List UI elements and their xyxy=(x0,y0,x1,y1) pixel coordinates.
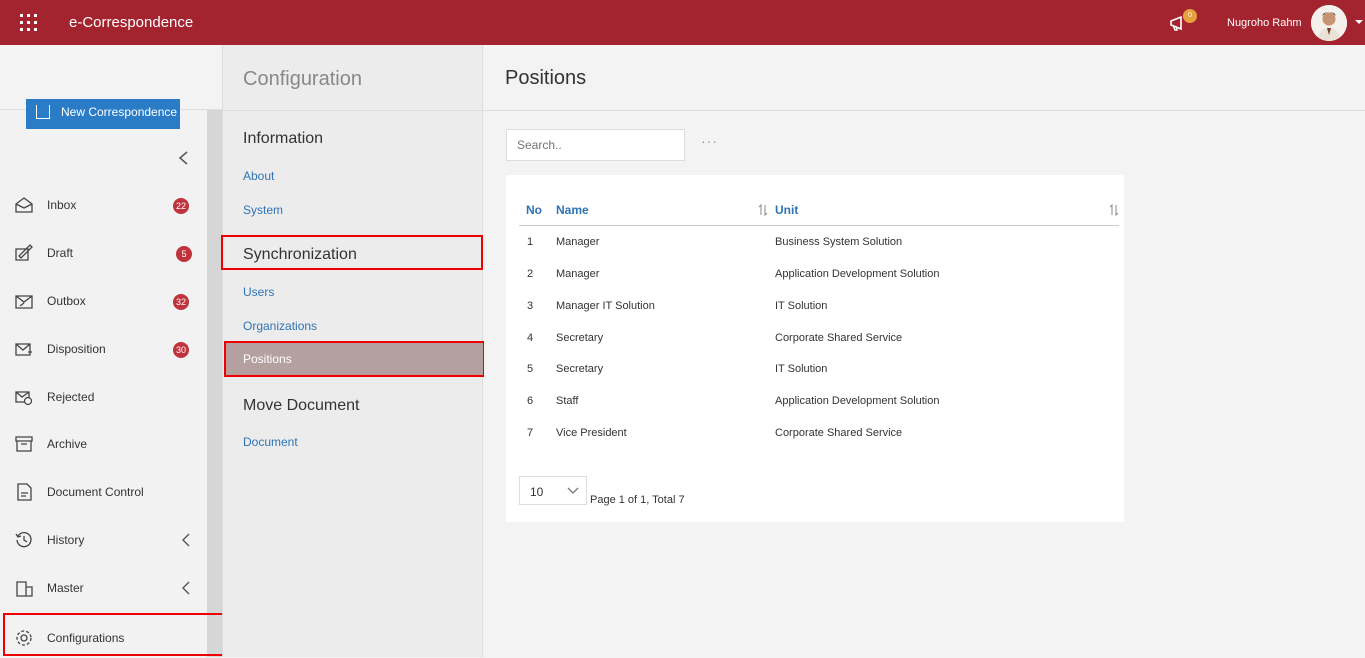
sidebar-item-history[interactable]: History xyxy=(0,520,205,560)
divider xyxy=(484,110,1365,111)
sidebar-item-draft[interactable]: Draft 5 xyxy=(0,233,205,273)
draft-icon xyxy=(15,244,33,261)
disposition-icon xyxy=(15,343,32,356)
positions-highlight-box xyxy=(224,341,485,377)
sort-unit-icon[interactable] xyxy=(1109,204,1119,216)
new-document-icon xyxy=(36,105,50,119)
link-organizations[interactable]: Organizations xyxy=(243,319,317,333)
table-row[interactable]: 6 Staff Application Development Solution xyxy=(506,395,1124,427)
column-header-name[interactable]: Name xyxy=(556,203,589,217)
app-title[interactable]: e-Correspondence xyxy=(69,14,193,31)
draft-count-badge: 5 xyxy=(176,246,192,262)
history-icon xyxy=(15,532,32,548)
more-options-icon[interactable]: ··· xyxy=(701,133,718,149)
sidebar-item-document-control[interactable]: Document Control xyxy=(0,472,205,512)
sidebar-item-master[interactable]: Master xyxy=(0,568,205,608)
rejected-icon xyxy=(15,391,33,406)
link-system[interactable]: System xyxy=(243,203,283,217)
chevron-down-icon xyxy=(567,487,579,494)
sidebar-item-rejected[interactable]: Rejected xyxy=(0,377,205,417)
main-content: Positions ··· No Name Unit 1 Manager Bus… xyxy=(484,45,1365,657)
disposition-count-badge: 30 xyxy=(173,342,190,358)
table-header-divider xyxy=(519,225,1119,226)
column-header-no[interactable]: No xyxy=(526,203,542,217)
sidebar-item-outbox[interactable]: Outbox 32 xyxy=(0,281,205,321)
table-row[interactable]: 4 Secretary Corporate Shared Service xyxy=(506,332,1124,364)
sidebar-item-disposition[interactable]: Disposition 30 xyxy=(0,329,205,369)
sort-name-icon[interactable] xyxy=(758,204,768,216)
sidebar: New Correspondence Inbox 22 Draft 5 Outb… xyxy=(0,45,224,657)
new-correspondence-button[interactable]: New Correspondence xyxy=(26,99,180,129)
notification-badge: 0 xyxy=(1183,9,1197,23)
page-size-select[interactable]: 10 xyxy=(519,476,587,505)
outbox-icon xyxy=(15,295,33,309)
collapse-sidebar-chevron-icon[interactable] xyxy=(177,151,191,165)
inbox-icon xyxy=(15,197,33,213)
inbox-count-badge: 22 xyxy=(173,198,190,214)
section-move-document: Move Document xyxy=(243,397,360,414)
link-document[interactable]: Document xyxy=(243,435,298,449)
configurations-highlight-box xyxy=(3,613,224,656)
archive-icon xyxy=(15,436,33,452)
sidebar-item-inbox[interactable]: Inbox 22 xyxy=(0,185,205,225)
table-row[interactable]: 5 Secretary IT Solution xyxy=(506,363,1124,395)
master-icon xyxy=(16,581,33,597)
link-about[interactable]: About xyxy=(243,169,274,183)
pagination-info: Page 1 of 1, Total 7 xyxy=(590,494,685,506)
divider xyxy=(223,110,484,111)
configuration-panel: Configuration Information About System S… xyxy=(221,45,485,657)
table-row[interactable]: 7 Vice President Corporate Shared Servic… xyxy=(506,427,1124,459)
positions-table-card: No Name Unit 1 Manager Business System S… xyxy=(506,175,1124,522)
table-row[interactable]: 2 Manager Application Development Soluti… xyxy=(506,268,1124,300)
column-header-unit[interactable]: Unit xyxy=(775,203,798,217)
apps-grid-icon[interactable] xyxy=(20,14,37,31)
table-row[interactable]: 1 Manager Business System Solution xyxy=(506,236,1124,268)
user-menu-caret-icon[interactable] xyxy=(1355,20,1363,24)
section-information: Information xyxy=(243,130,324,147)
document-control-icon xyxy=(17,483,32,501)
history-expand-chevron-icon[interactable] xyxy=(180,533,192,547)
link-users[interactable]: Users xyxy=(243,285,274,299)
top-bar: e-Correspondence 0 Nugroho Rahm xyxy=(0,0,1365,45)
synchronization-highlight-box xyxy=(221,235,483,270)
sidebar-scrollbar[interactable] xyxy=(207,110,222,657)
search-input[interactable] xyxy=(506,129,685,161)
table-row[interactable]: 3 Manager IT Solution IT Solution xyxy=(506,300,1124,332)
sidebar-item-archive[interactable]: Archive xyxy=(0,424,205,464)
avatar[interactable] xyxy=(1311,5,1347,41)
outbox-count-badge: 32 xyxy=(173,294,190,310)
user-name[interactable]: Nugroho Rahm xyxy=(1227,17,1302,29)
page-title: Positions xyxy=(505,67,587,89)
master-expand-chevron-icon[interactable] xyxy=(180,581,192,595)
configuration-title: Configuration xyxy=(243,68,362,90)
